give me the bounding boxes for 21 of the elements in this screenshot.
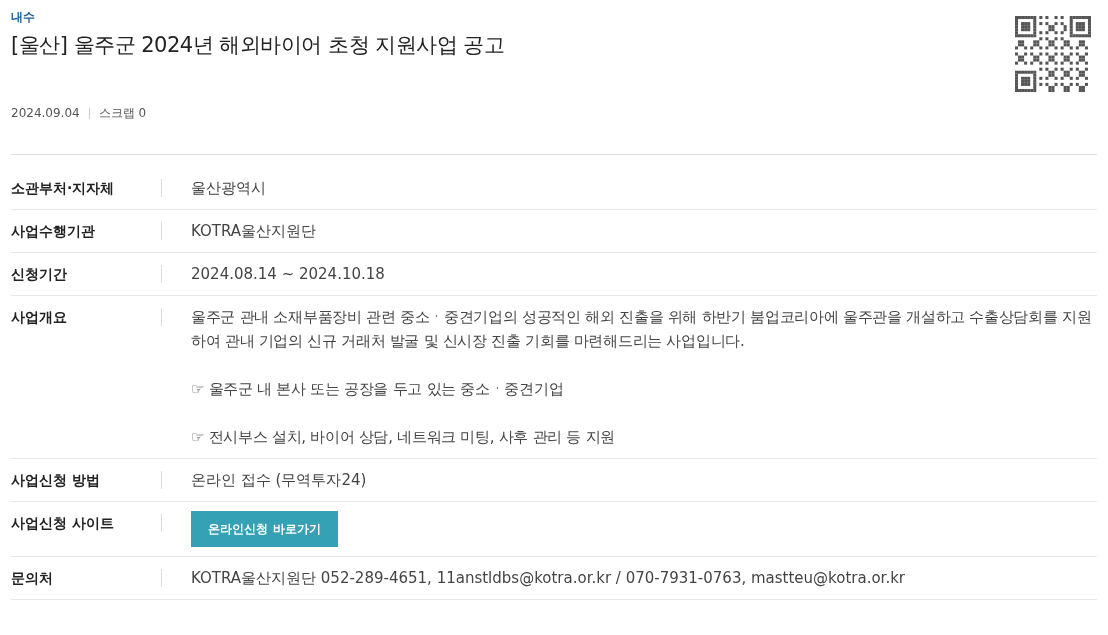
post-date: 2024.09.04: [11, 105, 80, 122]
field-value: 온라인 접수 (무역투자24): [191, 471, 367, 489]
description-text: 울주군 관내 소재부품장비 관련 중소ㆍ중견기업의 성공적인 해외 진출을 위해 하반기 붐업코리아에 울주관을 개설하고 수출상담회를 지원하여 관내 기업의 신규 거래처 발굴 및 신시장 진출 기회를 마련해드리는 사업입니다.: [191, 307, 1093, 352]
apply-online-button[interactable]: 온라인신청 바로가기: [191, 511, 338, 547]
field-label: 소관부처·지자체: [11, 179, 115, 198]
qr-code-icon: [1015, 16, 1091, 92]
category-label: 내수: [11, 9, 36, 26]
field-label: 사업개요: [11, 308, 67, 327]
page-title: [울산] 울주군 2024년 해외바이어 초청 지원사업 공고: [11, 32, 505, 59]
field-label: 사업신청 사이트: [11, 514, 114, 533]
field-label: 문의처: [11, 569, 53, 588]
description-text: ☞ 울주군 내 본사 또는 공장을 두고 있는 중소ㆍ중견기업: [191, 379, 565, 400]
field-label: 신청기간: [11, 265, 67, 284]
description-text: ☞ 전시부스 설치, 바이어 상담, 네트워크 미팅, 사후 관리 등 지원: [191, 427, 617, 448]
scrap-count: 스크랩 0: [98, 105, 147, 122]
field-label: 사업수행기관: [11, 222, 95, 241]
field-value: KOTRA울산지원단: [191, 222, 317, 240]
field-label: 사업신청 방법: [11, 471, 100, 490]
field-value: KOTRA울산지원단 052-289-4651, 11anstldbs@kotra.or.kr / 070-7931-0763, mastteu@kotra.or.kr: [191, 569, 906, 587]
field-value: 울산광역시: [191, 179, 266, 197]
field-value: 2024.08.14 ~ 2024.10.18: [191, 265, 385, 283]
